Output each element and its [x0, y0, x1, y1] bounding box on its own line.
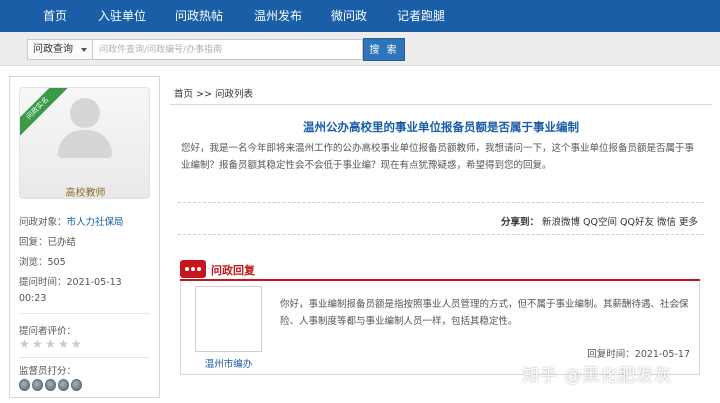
- ask-time-clock: 00:23: [19, 293, 47, 304]
- zhihu-watermark: 知乎 @黑化肥发灰: [522, 366, 673, 386]
- views-row: 浏览：505: [19, 254, 66, 268]
- inquiry-target-row: 问政对象：市人力社保局: [19, 214, 124, 228]
- medal-icon: [32, 379, 43, 391]
- nav-item-wenzhou-release[interactable]: 温州发布: [254, 0, 302, 32]
- inquiry-target-link[interactable]: 市人力社保局: [67, 217, 124, 228]
- asker-profile-panel: 问政实名 高校教师 问政对象：市人力社保局 回复：已办结 浏览：505 提问时间…: [9, 76, 160, 398]
- share-label: 分享到：: [501, 217, 540, 228]
- nav-item-hot-posts[interactable]: 问政热帖: [175, 0, 223, 32]
- reply-time: 回复时间：2021-05-17: [587, 349, 690, 360]
- divider: [170, 104, 712, 105]
- search-category-select[interactable]: 问政查询: [27, 39, 93, 60]
- search-button[interactable]: 搜 索: [363, 38, 405, 61]
- star-icon: ★: [71, 337, 82, 351]
- reply-text: 你好，事业编制报备员额是指按照事业人员管理的方式，但不属于事业编制。其薪酬待遇、…: [280, 299, 689, 327]
- nav-item-micro-inquiry[interactable]: 微问政: [331, 0, 367, 32]
- share-more-link[interactable]: 更多: [679, 217, 698, 228]
- share-qzone-link[interactable]: QQ空间: [583, 217, 617, 228]
- star-icon: ★: [45, 337, 56, 351]
- supervisor-score-label: 监督员打分：: [19, 366, 77, 377]
- medal-icon: [19, 379, 30, 391]
- share-weibo-link[interactable]: 新浪微博: [542, 217, 580, 228]
- avatar-body-shape: [58, 130, 112, 158]
- chevron-down-icon: [81, 48, 87, 52]
- rating-stars: ★ ★ ★ ★ ★: [19, 337, 84, 351]
- divider: [19, 313, 150, 314]
- department-logo: [195, 286, 262, 352]
- breadcrumb[interactable]: 首页 >> 问政列表: [174, 86, 253, 100]
- share-qq-friends-link[interactable]: QQ好友: [620, 217, 654, 228]
- search-input[interactable]: [93, 39, 363, 60]
- medal-icon: [58, 379, 69, 391]
- divider: [178, 234, 704, 235]
- ask-time-row: 提问时间：2021-05-13: [19, 274, 122, 288]
- search-category-label: 问政查询: [33, 44, 73, 55]
- medal-icon: [71, 379, 82, 391]
- ask-time-label: 提问时间：: [19, 277, 67, 288]
- divider: [178, 202, 704, 203]
- asker-rating-label: 提问者评价：: [19, 326, 77, 337]
- nav-item-home[interactable]: 首页: [43, 0, 67, 32]
- reply-section-header: 问政回复: [180, 258, 700, 281]
- views-count: 505: [47, 257, 66, 268]
- supervisor-medals: [19, 379, 84, 394]
- chat-bubble-icon: [180, 260, 206, 278]
- real-name-ribbon: 问政实名: [20, 88, 71, 142]
- star-icon: ★: [58, 337, 69, 351]
- share-wechat-link[interactable]: 微信: [657, 217, 676, 228]
- question-body: 您好，我是一名今年即将来温州工作的公办高校事业单位报备员额教师，我想请问一下，这…: [181, 143, 695, 171]
- nav-item-units[interactable]: 入驻单位: [98, 0, 146, 32]
- reply-section-title: 问政回复: [211, 264, 255, 277]
- medal-icon: [45, 379, 56, 391]
- reply-status-label: 回复：: [19, 237, 48, 248]
- question-title: 温州公办高校里的事业单位报备员额是否属于事业编制: [303, 120, 579, 134]
- reply-status-row: 回复：已办结: [19, 234, 76, 248]
- star-icon: ★: [32, 337, 43, 351]
- reply-department-link[interactable]: 温州市编办: [195, 356, 262, 370]
- avatar-head-shape: [70, 98, 100, 128]
- inquiry-target-label: 问政对象：: [19, 217, 67, 228]
- divider: [19, 357, 150, 358]
- share-bar: 分享到： 新浪微博 QQ空间 QQ好友 微信 更多: [501, 214, 698, 228]
- avatar: 问政实名 高校教师: [19, 87, 150, 199]
- search-bar: 问政查询 搜 索: [0, 32, 720, 66]
- reply-status-value: 已办结: [47, 237, 77, 248]
- star-icon: ★: [19, 337, 30, 351]
- inquiry-detail: 首页 >> 问政列表 温州公办高校里的事业单位报备员额是否属于事业编制 您好，我…: [170, 76, 716, 398]
- nav-item-reporter-errand[interactable]: 记者跑腿: [397, 0, 445, 32]
- ask-time-date: 2021-05-13: [66, 277, 122, 288]
- top-nav: 首页 入驻单位 问政热帖 温州发布 微问政 记者跑腿: [0, 0, 720, 32]
- views-label: 浏览：: [19, 257, 48, 268]
- asker-occupation: 高校教师: [65, 188, 106, 199]
